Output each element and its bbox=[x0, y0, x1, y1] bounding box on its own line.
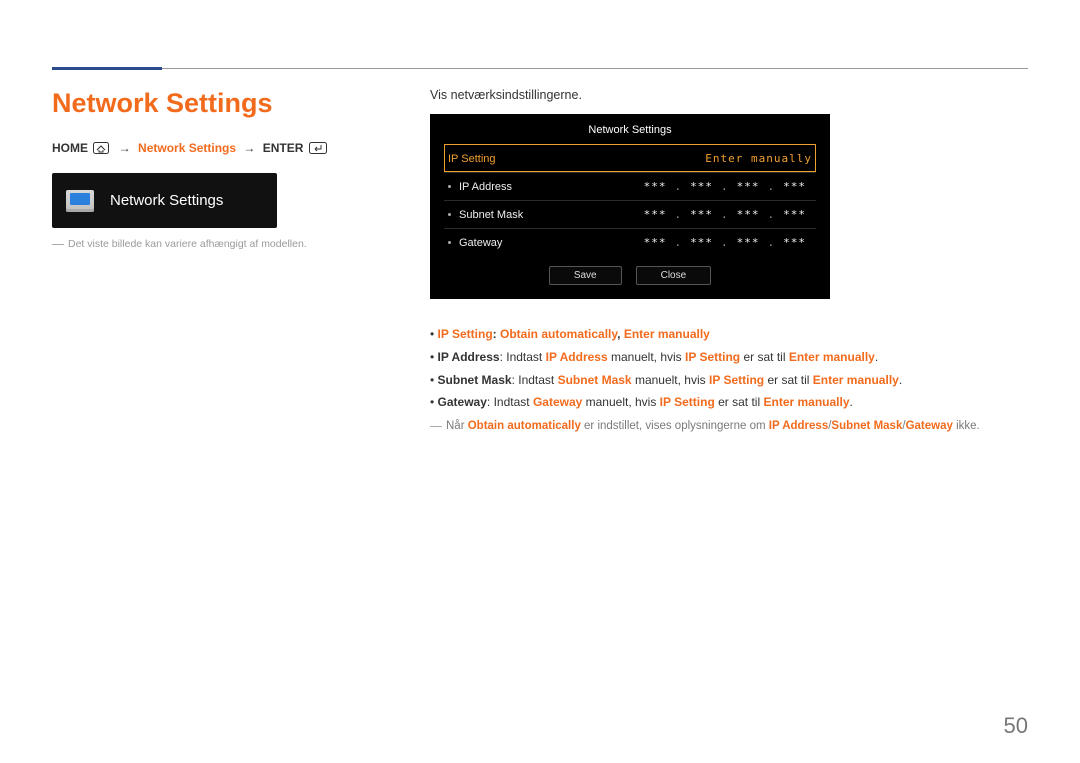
info-item-gateway: Gateway: Indtast Gateway manuelt, hvis I… bbox=[430, 391, 1028, 414]
breadcrumb-network-settings: Network Settings bbox=[138, 141, 236, 155]
note-dash-icon bbox=[430, 426, 442, 427]
left-column: Network Settings HOME → Network Settings… bbox=[52, 88, 392, 432]
right-description: Vis netværksindstillingerne. bbox=[430, 88, 1028, 102]
left-footnote-text: Det viste billede kan variere afhængigt … bbox=[68, 238, 307, 250]
network-icon bbox=[66, 190, 94, 212]
osd-key-ip-address: IP Address bbox=[448, 181, 512, 193]
top-rule-accent bbox=[52, 67, 162, 70]
osd-row-ip-setting[interactable]: IP Setting Enter manually bbox=[444, 144, 816, 172]
osd-value-ip-address: ***.***.***.*** bbox=[638, 180, 812, 193]
page-number: 50 bbox=[1004, 713, 1028, 739]
osd-key-subnet-mask: Subnet Mask bbox=[448, 209, 523, 221]
osd-value-ip-setting: Enter manually bbox=[705, 152, 812, 165]
osd-row-ip-address[interactable]: IP Address ***.***.***.*** bbox=[444, 172, 816, 200]
osd-key-ip-setting: IP Setting bbox=[448, 153, 496, 165]
osd-panel: Network Settings IP Setting Enter manual… bbox=[430, 114, 830, 299]
page-title: Network Settings bbox=[52, 88, 392, 119]
osd-title: Network Settings bbox=[444, 124, 816, 136]
breadcrumb-arrow-1: → bbox=[119, 141, 131, 155]
right-column: Vis netværksindstillingerne. Network Set… bbox=[430, 88, 1028, 432]
osd-key-gateway: Gateway bbox=[448, 237, 502, 249]
info-item-ip-setting: IP Setting: Obtain automatically, Enter … bbox=[430, 323, 1028, 346]
footnote-dash-icon bbox=[52, 244, 64, 245]
bullet-icon bbox=[448, 185, 451, 188]
osd-value-gateway: ***.***.***.*** bbox=[638, 236, 812, 249]
menu-tile-label: Network Settings bbox=[110, 192, 223, 209]
info-item-subnet-mask: Subnet Mask: Indtast Subnet Mask manuelt… bbox=[430, 369, 1028, 392]
bullet-icon bbox=[448, 213, 451, 216]
osd-buttons: Save Close bbox=[444, 266, 816, 285]
enter-icon bbox=[309, 142, 327, 157]
top-rule bbox=[52, 68, 1028, 69]
right-note: Når Obtain automatically er indstillet, … bbox=[430, 420, 1028, 432]
info-list: IP Setting: Obtain automatically, Enter … bbox=[430, 323, 1028, 414]
osd-value-subnet-mask: ***.***.***.*** bbox=[638, 208, 812, 221]
osd-row-subnet-mask[interactable]: Subnet Mask ***.***.***.*** bbox=[444, 200, 816, 228]
left-footnote: Det viste billede kan variere afhængigt … bbox=[52, 238, 392, 250]
info-item-ip-address: IP Address: Indtast IP Address manuelt, … bbox=[430, 346, 1028, 369]
close-button[interactable]: Close bbox=[636, 266, 712, 285]
home-icon bbox=[93, 142, 109, 157]
bullet-icon bbox=[448, 241, 451, 244]
osd-row-gateway[interactable]: Gateway ***.***.***.*** bbox=[444, 228, 816, 256]
manual-page: Network Settings HOME → Network Settings… bbox=[0, 0, 1080, 763]
breadcrumb-arrow-2: → bbox=[243, 141, 255, 155]
breadcrumb: HOME → Network Settings → ENTER bbox=[52, 141, 392, 157]
menu-tile-network-settings: Network Settings bbox=[52, 173, 277, 228]
breadcrumb-home: HOME bbox=[52, 141, 88, 155]
save-button[interactable]: Save bbox=[549, 266, 622, 285]
breadcrumb-enter: ENTER bbox=[263, 141, 304, 155]
